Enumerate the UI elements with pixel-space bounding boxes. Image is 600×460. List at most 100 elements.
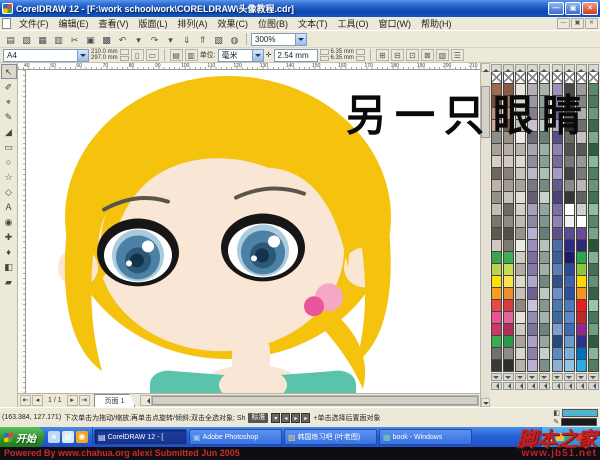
palette-scroll-down-button[interactable]: [503, 373, 514, 381]
basic-shapes-tool[interactable]: ◇: [1, 184, 17, 199]
palette-flyout-button[interactable]: [491, 382, 502, 390]
menu-item[interactable]: 位图(B): [253, 17, 293, 30]
palette-flyout-button[interactable]: [564, 382, 575, 390]
rectangle-tool[interactable]: ▭: [1, 139, 17, 154]
page-tab[interactable]: 页面 1: [94, 394, 136, 407]
freehand-tool[interactable]: ✎: [1, 109, 17, 124]
palette-flyout-button[interactable]: [503, 382, 514, 390]
all-pages-button[interactable]: ▤: [170, 49, 183, 61]
app-launcher-icon[interactable]: ▧: [211, 32, 226, 46]
menu-item[interactable]: 帮助(H): [416, 17, 457, 30]
palette-scroll-down-button[interactable]: [515, 373, 526, 381]
scroll-up-button[interactable]: [481, 63, 490, 72]
palette-flyout-button[interactable]: [515, 382, 526, 390]
restore-button[interactable]: ▣: [565, 2, 581, 15]
menu-item[interactable]: 排列(A): [173, 17, 213, 30]
color-swatch[interactable]: [503, 359, 514, 372]
menu-item[interactable]: 查看(V): [94, 17, 134, 30]
last-page-button[interactable]: ⇥: [79, 395, 90, 406]
nudge-offset-input[interactable]: 2.54 mm: [274, 49, 318, 62]
copy-icon[interactable]: ▣: [83, 32, 98, 46]
palette-scroll-up-button[interactable]: [588, 64, 599, 72]
palette-flyout-button[interactable]: [527, 382, 538, 390]
corel-online-icon[interactable]: ◍: [227, 32, 242, 46]
menu-item[interactable]: 效果(C): [213, 17, 254, 30]
palette-scroll-down-button[interactable]: [552, 373, 563, 381]
menu-item[interactable]: 文件(F): [14, 17, 54, 30]
minimize-button[interactable]: —: [548, 2, 564, 15]
menu-item[interactable]: 版面(L): [134, 17, 173, 30]
zoom-tool[interactable]: ⌖: [1, 94, 17, 109]
status-mini-button[interactable]: ◂: [281, 413, 290, 423]
palette-flyout-button[interactable]: [552, 382, 563, 390]
palette-scroll-down-button[interactable]: [491, 373, 502, 381]
taskbar-task-button[interactable]: ▨ 韩国练习吧 (叶老图): [284, 429, 377, 445]
save-icon[interactable]: ▦: [35, 32, 50, 46]
palette-scroll-up-button[interactable]: [539, 64, 550, 72]
taskbar-task-button[interactable]: ▣ Adobe Photoshop: [189, 429, 282, 445]
palette-flyout-button[interactable]: [576, 382, 587, 390]
palette-scroll-up-button[interactable]: [527, 64, 538, 72]
palette-scroll-down-button[interactable]: [588, 373, 599, 381]
doc-restore-button[interactable]: ▣: [571, 18, 584, 29]
current-page-button[interactable]: ▥: [185, 49, 198, 61]
text-tool[interactable]: A: [1, 199, 17, 214]
close-button[interactable]: ✕: [582, 2, 598, 15]
doc-close-button[interactable]: ✕: [585, 18, 598, 29]
ellipse-tool[interactable]: ○: [1, 154, 17, 169]
palette-scroll-down-button[interactable]: [576, 373, 587, 381]
color-swatch[interactable]: [491, 359, 502, 372]
color-swatch[interactable]: [515, 359, 526, 372]
new-icon[interactable]: ▤: [3, 32, 18, 46]
paper-size-stepper[interactable]: [120, 49, 129, 61]
snap-to-objects-button[interactable]: ⊡: [406, 49, 419, 61]
previous-page-button[interactable]: ◂: [32, 395, 43, 406]
portrait-button[interactable]: ▯: [131, 49, 144, 61]
color-swatch[interactable]: [552, 359, 563, 372]
polygon-tool[interactable]: ☆: [1, 169, 17, 184]
treat-as-filled-button[interactable]: ▧: [436, 49, 449, 61]
export-icon[interactable]: ⇑: [195, 32, 210, 46]
palette-scroll-down-button[interactable]: [564, 373, 575, 381]
scroll-left-button[interactable]: [141, 396, 152, 405]
cut-icon[interactable]: ✂: [67, 32, 82, 46]
start-button[interactable]: 开始: [0, 427, 44, 447]
snap-to-grid-button[interactable]: ⊞: [376, 49, 389, 61]
ie-icon[interactable]: e: [48, 431, 60, 443]
eyedropper-tool[interactable]: ✚: [1, 229, 17, 244]
palette-scroll-up-button[interactable]: [491, 64, 502, 72]
paste-icon[interactable]: ▩: [99, 32, 114, 46]
show-desktop-icon[interactable]: ▤: [62, 431, 74, 443]
undo-dropdown-icon[interactable]: ▾: [131, 32, 146, 46]
print-icon[interactable]: ▥: [51, 32, 66, 46]
landscape-button[interactable]: ▭: [146, 49, 159, 61]
horizontal-scrollbar[interactable]: [140, 395, 479, 406]
menu-item[interactable]: 工具(O): [333, 17, 374, 30]
duplicate-stepper[interactable]: [356, 49, 365, 61]
color-swatch[interactable]: [539, 359, 550, 372]
media-player-icon[interactable]: ◉: [76, 431, 88, 443]
palette-scroll-up-button[interactable]: [503, 64, 514, 72]
outline-tool[interactable]: ♦: [1, 244, 17, 259]
snap-to-guidelines-button[interactable]: ⊟: [391, 49, 404, 61]
menu-item[interactable]: 窗口(W): [374, 17, 417, 30]
color-swatch[interactable]: [576, 359, 587, 372]
shape-tool[interactable]: ✐: [1, 79, 17, 94]
taskbar-task-button[interactable]: ▤ CorelDRAW 12 - [: [94, 429, 187, 445]
palette-scroll-down-button[interactable]: [527, 373, 538, 381]
duplicate-distance[interactable]: 6.35 mm 6.35 mm: [331, 49, 354, 61]
palette-scroll-down-button[interactable]: [539, 373, 550, 381]
first-page-button[interactable]: ⇤: [20, 395, 31, 406]
pick-tool[interactable]: ↖: [1, 64, 17, 79]
palette-flyout-button[interactable]: [588, 382, 599, 390]
dynamic-guides-button[interactable]: ⊠: [421, 49, 434, 61]
scroll-down-button[interactable]: [481, 398, 490, 407]
fill-tool[interactable]: ◧: [1, 259, 17, 274]
options-button[interactable]: ☰: [451, 49, 464, 61]
color-swatch[interactable]: [588, 359, 599, 372]
color-swatch[interactable]: [527, 359, 538, 372]
color-swatch[interactable]: [564, 359, 575, 372]
status-mini-button[interactable]: ▸: [301, 413, 310, 423]
palette-scroll-up-button[interactable]: [564, 64, 575, 72]
interactive-fill-tool[interactable]: ▰: [1, 274, 17, 289]
